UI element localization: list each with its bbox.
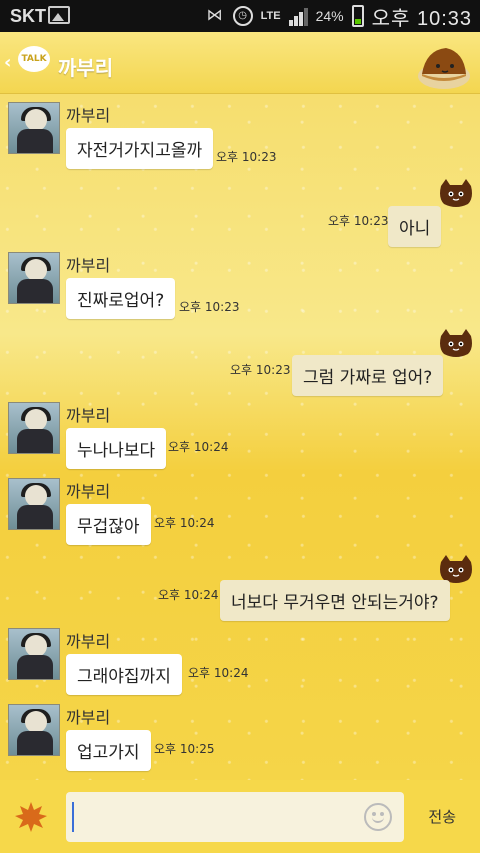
message-bubble[interactable]: 누나나보다 xyxy=(66,428,167,469)
message-time: 오후 10:24 xyxy=(158,588,219,602)
battery-icon xyxy=(351,5,364,27)
mute-icon: ⋈ xyxy=(206,7,223,24)
message-time: 오후 10:25 xyxy=(154,742,215,756)
gallery-icon xyxy=(48,6,70,24)
cat-sticker-icon xyxy=(440,329,472,357)
status-icons: ⋈ ◷ LTE 24% 오후 10:33 xyxy=(205,4,472,30)
outgoing-message[interactable]: 너보다 무거우면 안되는거야? xyxy=(220,580,450,621)
sender-name: 까부리 xyxy=(66,482,111,501)
outgoing-message[interactable]: 아니 xyxy=(388,206,442,247)
message-time: 오후 10:24 xyxy=(154,516,215,530)
avatar[interactable] xyxy=(8,478,60,530)
message-bubble[interactable]: 업고가지 xyxy=(66,730,151,771)
chestnut-icon[interactable] xyxy=(416,46,472,90)
avatar[interactable] xyxy=(8,252,60,304)
send-button[interactable]: 전송 xyxy=(428,806,456,827)
sender-name: 까부리 xyxy=(66,106,111,125)
battery-percent: 24% xyxy=(315,8,344,24)
incoming-message: 까부리 누나나보다 오후 10:24 xyxy=(8,402,408,472)
avatar[interactable] xyxy=(8,102,60,154)
back-icon[interactable]: ‹ xyxy=(4,52,11,73)
message-time: 오후 10:24 xyxy=(168,440,229,454)
input-bar: 전송 xyxy=(0,780,480,853)
status-bar: SKT ⋈ ◷ LTE 24% 오후 10:33 xyxy=(0,0,480,32)
incoming-message: 까부리 무겁잖아 오후 10:24 xyxy=(8,478,408,548)
sender-name: 까부리 xyxy=(66,632,111,651)
talk-logo-icon: TALK xyxy=(18,46,50,72)
alarm-icon: ◷ xyxy=(232,6,253,26)
text-caret xyxy=(72,802,74,832)
sender-name: 까부리 xyxy=(66,708,111,727)
message-time: 오후 10:24 xyxy=(188,666,249,680)
message-bubble[interactable]: 진짜로업어? xyxy=(66,278,176,319)
message-bubble[interactable]: 자전거가지고올까 xyxy=(66,128,214,169)
message-time: 오후 10:23 xyxy=(216,150,277,164)
sender-name: 까부리 xyxy=(66,256,111,275)
signal-icon xyxy=(288,6,308,26)
incoming-message: 까부리 업고가지 오후 10:25 xyxy=(8,704,408,774)
message-time: 오후 10:23 xyxy=(328,214,389,228)
emoticon-icon[interactable] xyxy=(364,803,392,831)
clock: 오후 10:33 xyxy=(371,7,472,30)
chat-header: ‹ TALK 까부리 xyxy=(0,32,480,94)
avatar[interactable] xyxy=(8,402,60,454)
cat-sticker-icon xyxy=(440,179,472,207)
message-bubble[interactable]: 무겁잖아 xyxy=(66,504,151,545)
incoming-message: 까부리 그래야집까지 오후 10:24 xyxy=(8,628,408,698)
lte-icon: LTE xyxy=(260,10,281,22)
avatar[interactable] xyxy=(8,628,60,680)
message-time: 오후 10:23 xyxy=(179,300,240,314)
chat-title: 까부리 xyxy=(58,56,114,80)
avatar[interactable] xyxy=(8,704,60,756)
message-bubble[interactable]: 그래야집까지 xyxy=(66,654,182,695)
sender-name: 까부리 xyxy=(66,406,111,425)
leaf-icon[interactable] xyxy=(14,800,48,834)
message-time: 오후 10:23 xyxy=(230,363,291,377)
message-list[interactable]: 까부리 자전거가지고올까 오후 10:23 오후 10:23 아니 까부리 진짜… xyxy=(0,94,480,780)
message-input[interactable] xyxy=(66,792,404,842)
outgoing-message[interactable]: 그럼 가짜로 업어? xyxy=(292,355,444,396)
carrier-label: SKT xyxy=(10,6,46,26)
incoming-message: 까부리 자전거가지고올까 오후 10:23 xyxy=(8,102,408,172)
incoming-message: 까부리 진짜로업어? 오후 10:23 xyxy=(8,252,408,322)
